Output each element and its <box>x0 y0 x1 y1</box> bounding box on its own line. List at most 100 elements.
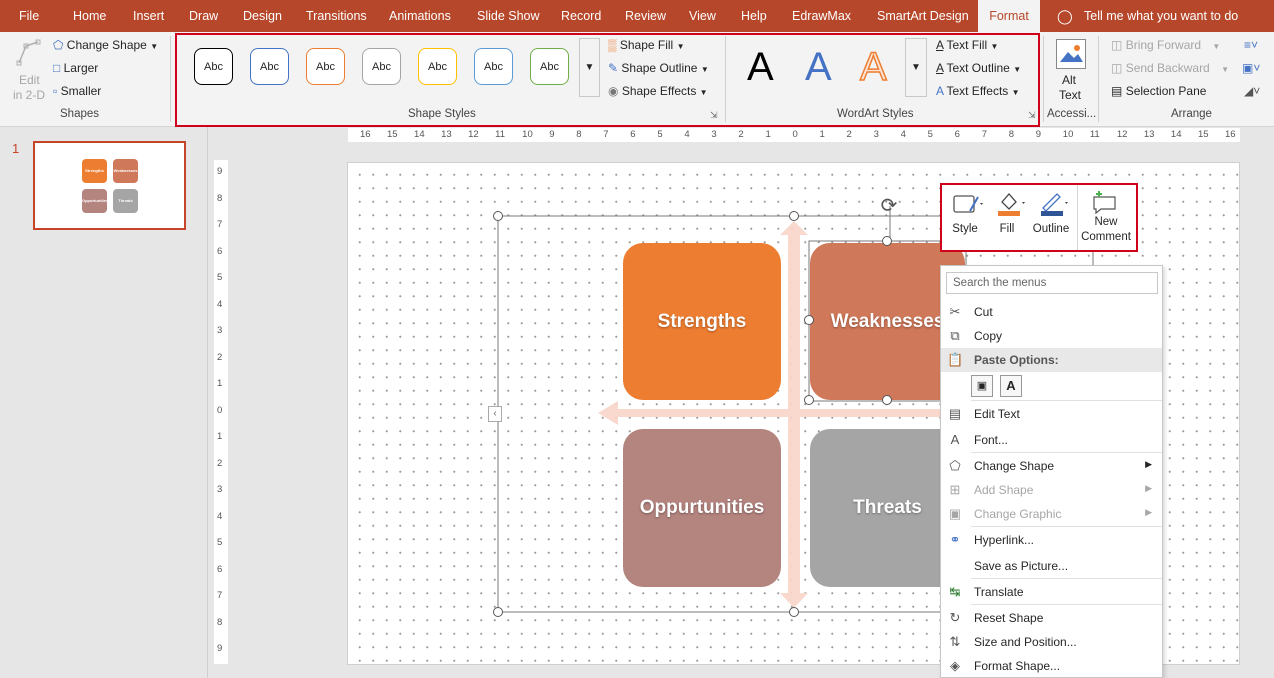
tell-me-search[interactable]: Tell me what you want to do <box>1084 0 1238 32</box>
strengths-shape[interactable]: Strengths <box>623 243 781 400</box>
tab-file[interactable]: File <box>19 0 39 32</box>
paste-text-only-icon[interactable]: A <box>1000 375 1022 397</box>
menu-item-save-as-picture[interactable]: Save as Picture... <box>941 554 1162 578</box>
menu-search-input[interactable]: Search the menus <box>946 272 1158 294</box>
resize-handle[interactable] <box>789 211 799 221</box>
shape-style-1[interactable]: Abc <box>194 48 233 85</box>
divider <box>971 452 1162 453</box>
tab-design[interactable]: Design <box>243 0 282 32</box>
dialog-launcher-icon[interactable]: ⇲ <box>1028 110 1036 121</box>
rotate-icon[interactable]: ◢˅ <box>1244 84 1260 98</box>
tab-help[interactable]: Help <box>741 0 767 32</box>
resize-handle[interactable] <box>804 395 814 405</box>
smaller-button[interactable]: ▫ Smaller <box>53 84 101 98</box>
tab-format[interactable]: Format <box>978 0 1040 32</box>
new-comment-label-2[interactable]: Comment <box>1081 231 1131 243</box>
text-fill-button[interactable]: A Text Fill ▼ <box>936 38 998 52</box>
menu-item-format-shape[interactable]: ◈ Format Shape... <box>941 654 1162 678</box>
outline-button[interactable]: Outline <box>1032 223 1070 235</box>
rotate-handle-icon[interactable]: ⟳ <box>878 195 900 217</box>
shape-style-5[interactable]: Abc <box>418 48 457 85</box>
edit-2d-label-2[interactable]: in 2-D <box>13 88 45 102</box>
larger-button[interactable]: □ Larger <box>53 61 98 75</box>
resize-handle[interactable] <box>804 315 814 325</box>
style-button[interactable]: Style <box>950 223 980 235</box>
tab-draw[interactable]: Draw <box>189 0 218 32</box>
thumbnail-opportunities: Opportunities <box>82 189 108 213</box>
resize-handle[interactable] <box>493 607 503 617</box>
text-effects-button[interactable]: A Text Effects ▼ <box>936 84 1020 98</box>
shape-outline-button[interactable]: ✎ Shape Outline ▼ <box>608 61 709 75</box>
tab-insert[interactable]: Insert <box>133 0 164 32</box>
alt-text-label-1[interactable]: Alt <box>1062 73 1076 87</box>
menu-item-hyperlink[interactable]: ⚭ Hyperlink... <box>941 528 1162 552</box>
menu-item-font[interactable]: A Font... <box>941 428 1162 452</box>
tab-view[interactable]: View <box>689 0 716 32</box>
tab-home[interactable]: Home <box>73 0 106 32</box>
wordart-style-1[interactable]: A <box>747 44 774 90</box>
tab-animations[interactable]: Animations <box>389 0 451 32</box>
menu-item-change-graphic[interactable]: ▣ Change Graphic ▶ <box>941 502 1162 526</box>
text-effects-label: Text Effects <box>946 84 1009 98</box>
dialog-launcher-icon[interactable]: ⇲ <box>710 110 718 121</box>
menu-item-save-as-picture-label: Save as Picture... <box>974 559 1069 573</box>
submenu-arrow-icon: ▶ <box>1145 459 1152 469</box>
tab-record[interactable]: Record <box>561 0 601 32</box>
wordart-style-3[interactable]: A <box>859 44 887 90</box>
group-icon[interactable]: ▣˅ <box>1242 61 1260 75</box>
size-position-icon: ⇅ <box>949 634 961 649</box>
resize-handle[interactable] <box>882 236 892 246</box>
menu-item-add-shape[interactable]: ⊞ Add Shape ▶ <box>941 478 1162 502</box>
edit-2d-label-1[interactable]: Edit <box>19 73 40 87</box>
menu-item-change-shape[interactable]: ⬠ Change Shape ▶ <box>941 454 1162 478</box>
shape-style-4[interactable]: Abc <box>362 48 401 85</box>
tab-edrawmax[interactable]: EdrawMax <box>792 0 851 32</box>
send-backward-button[interactable]: ◫ Send Backward ▼ <box>1111 61 1229 75</box>
menu-item-size-and-position[interactable]: ⇅ Size and Position... <box>941 630 1162 654</box>
menu-item-reset-shape[interactable]: ↻ Reset Shape <box>941 606 1162 630</box>
fill-button[interactable]: Fill <box>996 223 1018 235</box>
change-shape-button[interactable]: ⬠ Change Shape ▼ <box>53 38 158 52</box>
slide-thumbnail[interactable]: Strengths Weaknesses Opportunities Threa… <box>33 141 186 230</box>
menu-item-copy[interactable]: ⧉ Copy <box>941 324 1162 348</box>
opportunities-shape[interactable]: Oppurtunities <box>623 429 781 587</box>
tab-slideshow[interactable]: Slide Show <box>477 0 540 32</box>
wordart-group-label: WordArt Styles <box>837 108 914 120</box>
menu-item-cut[interactable]: ✂ Cut <box>941 300 1162 324</box>
menu-item-edit-text[interactable]: ▤ Edit Text <box>941 402 1162 426</box>
ruler-tick-label: 6 <box>954 129 960 140</box>
text-outline-button[interactable]: A Text Outline ▼ <box>936 61 1021 75</box>
shape-style-2[interactable]: Abc <box>250 48 289 85</box>
wordart-style-2[interactable]: A <box>805 44 832 90</box>
shapes-group-label: Shapes <box>60 108 100 120</box>
paste-picture-icon[interactable]: ▣ <box>971 375 993 397</box>
shape-style-7[interactable]: Abc <box>530 48 569 85</box>
shape-style-3[interactable]: Abc <box>306 48 345 85</box>
smaller-icon: ▫ <box>53 84 58 98</box>
thumbnail-strengths: Strengths <box>82 159 107 183</box>
wordart-more-button[interactable]: ▼ <box>905 38 927 97</box>
new-comment-label-1[interactable]: New <box>1081 216 1131 228</box>
tab-smartart-design[interactable]: SmartArt Design <box>877 0 969 32</box>
text-pane-toggle-icon[interactable]: ‹ <box>488 406 502 422</box>
shape-effects-button[interactable]: ◉ Shape Effects ▼ <box>608 84 708 98</box>
tab-transitions[interactable]: Transitions <box>306 0 367 32</box>
tab-review[interactable]: Review <box>625 0 666 32</box>
menu-item-change-graphic-label: Change Graphic <box>974 507 1062 521</box>
shape-fill-button[interactable]: ▒ Shape Fill ▼ <box>608 38 685 52</box>
ruler-tick-label: 5 <box>657 129 663 140</box>
ruler-tick-label: 14 <box>414 129 425 140</box>
shape-styles-more-button[interactable]: ▼ <box>579 38 600 97</box>
change-shape-label: Change Shape <box>66 38 147 52</box>
selection-pane-button[interactable]: ▤ Selection Pane <box>1111 84 1206 98</box>
align-icon[interactable]: ≡˅ <box>1244 38 1258 52</box>
resize-handle[interactable] <box>493 211 503 221</box>
menu-item-copy-label: Copy <box>974 329 1003 343</box>
resize-handle[interactable] <box>882 395 892 405</box>
ruler-tick-label: 1 <box>217 431 223 443</box>
shape-style-6[interactable]: Abc <box>474 48 513 85</box>
alt-text-label-2[interactable]: Text <box>1059 88 1081 102</box>
menu-item-translate[interactable]: ↹ Translate <box>941 580 1162 604</box>
resize-handle[interactable] <box>789 607 799 617</box>
bring-forward-button[interactable]: ◫ Bring Forward ▼ <box>1111 38 1220 52</box>
